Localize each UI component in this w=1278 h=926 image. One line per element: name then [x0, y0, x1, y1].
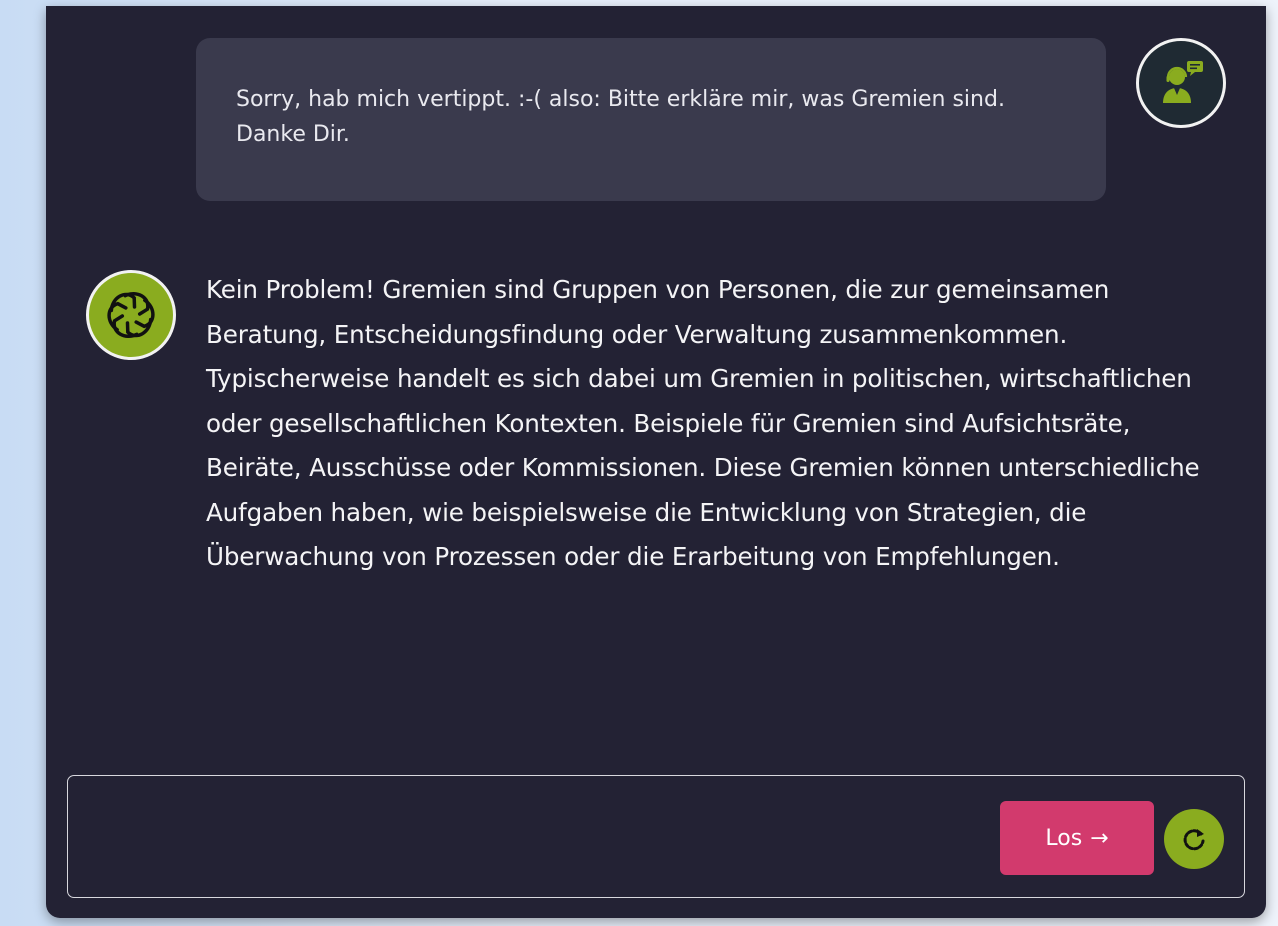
- chat-panel: Sorry, hab mich vertippt. :-( also: Bitt…: [46, 6, 1266, 918]
- refresh-icon: [1183, 829, 1205, 851]
- user-avatar: [1136, 38, 1226, 128]
- refresh-button[interactable]: [1164, 809, 1224, 869]
- openai-logo-icon: [107, 291, 155, 339]
- send-button-label: Los: [1045, 825, 1083, 851]
- user-message-text: Sorry, hab mich vertippt. :-( also: Bitt…: [236, 87, 1005, 147]
- assistant-message-text: Kein Problem! Gremien sind Gruppen von P…: [206, 275, 1200, 571]
- message-input[interactable]: [82, 790, 986, 882]
- send-button[interactable]: Los →: [1000, 801, 1154, 875]
- arrow-right-icon: →: [1090, 825, 1109, 851]
- user-support-avatar-icon: [1163, 61, 1203, 103]
- user-message-bubble: Sorry, hab mich vertippt. :-( also: Bitt…: [196, 38, 1106, 201]
- assistant-avatar: [86, 270, 176, 360]
